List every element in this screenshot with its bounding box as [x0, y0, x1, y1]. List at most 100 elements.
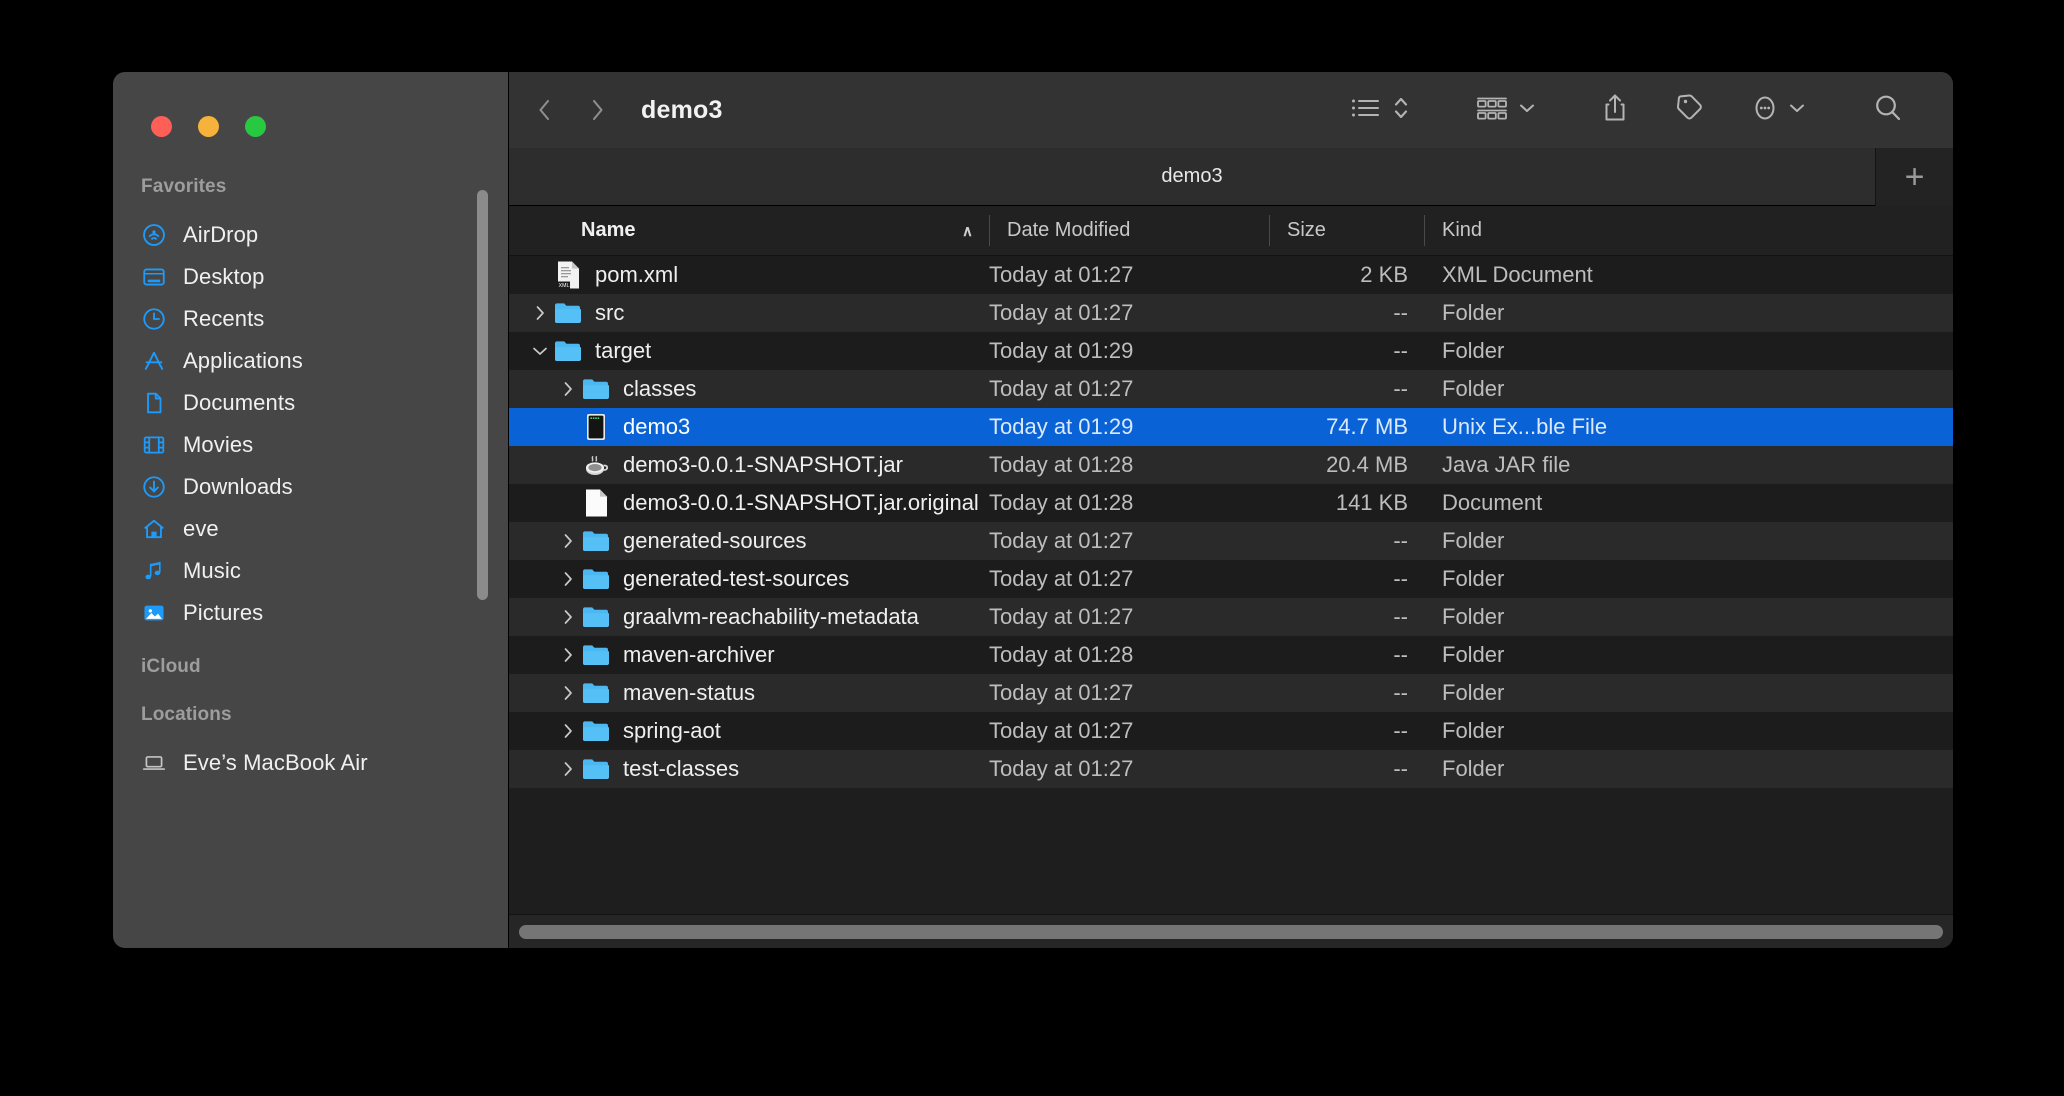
- folder-icon: [553, 336, 583, 366]
- cell-date-modified: Today at 01:27: [989, 756, 1134, 781]
- sidebar-item-desktop[interactable]: Desktop: [113, 256, 508, 298]
- table-row[interactable]: classes Today at 01:27 -- Folder: [509, 370, 1953, 408]
- cell-date-modified: Today at 01:27: [989, 566, 1134, 591]
- column-header-date-label: Date Modified: [1007, 219, 1131, 241]
- column-header-size[interactable]: Size: [1269, 206, 1424, 255]
- cell-size: --: [1393, 376, 1408, 401]
- chevron-down-icon: [1517, 101, 1537, 120]
- table-row[interactable]: generated-test-sources Today at 01:27 -- Fo…: [509, 560, 1953, 598]
- cell-kind: Folder: [1442, 680, 1505, 705]
- new-tab-button[interactable]: +: [1875, 148, 1953, 206]
- sidebar-group-icloud-title: iCloud: [141, 656, 201, 677]
- cell-size: --: [1393, 756, 1408, 781]
- more-actions-button[interactable]: [1737, 85, 1821, 135]
- file-name: demo3-0.0.1-SNAPSHOT.jar: [623, 452, 903, 477]
- column-header-name-label: Name: [581, 219, 636, 241]
- cell-size: --: [1393, 680, 1408, 705]
- sidebar-item-documents[interactable]: Documents: [113, 382, 508, 424]
- close-button[interactable]: [151, 116, 172, 137]
- table-row[interactable]: demo3 Today at 01:29 74.7 MB Unix Ex...ble …: [509, 408, 1953, 446]
- cell-date-modified: Today at 01:27: [989, 718, 1134, 743]
- table-row[interactable]: src Today at 01:27 -- Folder: [509, 294, 1953, 332]
- chevron-right-icon[interactable]: [555, 379, 581, 399]
- chevron-right-icon[interactable]: [555, 645, 581, 665]
- table-row[interactable]: generated-sources Today at 01:27 -- Folder: [509, 522, 1953, 560]
- search-button[interactable]: [1857, 85, 1919, 135]
- chevron-right-icon[interactable]: [555, 607, 581, 627]
- cell-size: --: [1393, 642, 1408, 667]
- sidebar-item-airdrop[interactable]: AirDrop: [113, 214, 508, 256]
- chevron-right-icon[interactable]: [555, 531, 581, 551]
- cell-name: demo3: [509, 412, 989, 442]
- cell-date-modified: Today at 01:27: [989, 376, 1134, 401]
- cell-kind: Java JAR file: [1442, 452, 1571, 477]
- table-row[interactable]: demo3-0.0.1-SNAPSHOT.jar Today at 01:28 20…: [509, 446, 1953, 484]
- column-header-name[interactable]: Name ∧: [509, 206, 989, 255]
- tab-demo3[interactable]: demo3: [509, 148, 1875, 205]
- cell-date-modified: Today at 01:28: [989, 490, 1134, 515]
- sidebar-item-label: eve: [183, 516, 219, 541]
- sidebar-item-pictures[interactable]: Pictures: [113, 592, 508, 634]
- table-row[interactable]: target Today at 01:29 -- Folder: [509, 332, 1953, 370]
- chevron-right-icon[interactable]: [555, 683, 581, 703]
- folder-icon: [553, 298, 583, 328]
- maximize-button[interactable]: [245, 116, 266, 137]
- column-header-date-modified[interactable]: Date Modified: [989, 206, 1269, 255]
- file-list[interactable]: XML pom.xml Today at 01:27 2 KB XML Document…: [509, 256, 1953, 914]
- share-button[interactable]: [1587, 85, 1643, 135]
- sidebar-item-label: Recents: [183, 306, 265, 331]
- folder-icon: [581, 754, 611, 784]
- sort-ascending-icon: ∧: [962, 222, 973, 240]
- sidebar-item-eves-macbook-air[interactable]: Eve’s MacBook Air: [113, 742, 508, 784]
- back-button[interactable]: [531, 95, 557, 125]
- column-header-kind[interactable]: Kind: [1424, 206, 1953, 255]
- tag-button[interactable]: [1661, 85, 1719, 135]
- column-header-row: Name ∧ Date Modified Size Kind: [509, 206, 1953, 256]
- sidebar-item-movies[interactable]: Movies: [113, 424, 508, 466]
- window-controls: [151, 116, 266, 137]
- file-name: maven-status: [623, 680, 756, 705]
- cell-name: test-classes: [509, 754, 989, 784]
- cell-kind: Folder: [1442, 376, 1505, 401]
- cell-date-modified: Today at 01:29: [989, 414, 1134, 439]
- sidebar-item-downloads[interactable]: Downloads: [113, 466, 508, 508]
- table-row[interactable]: maven-status Today at 01:27 -- Folder: [509, 674, 1953, 712]
- table-row[interactable]: graalvm-reachability-metadata Today at 01…: [509, 598, 1953, 636]
- cell-size: --: [1393, 528, 1408, 553]
- group-by-button[interactable]: [1461, 85, 1551, 135]
- sidebar-item-label: Pictures: [183, 600, 264, 625]
- minimize-button[interactable]: [198, 116, 219, 137]
- window-title: demo3: [641, 95, 723, 124]
- chevron-right-icon[interactable]: [555, 759, 581, 779]
- sidebar-item-recents[interactable]: Recents: [113, 298, 508, 340]
- chevron-right-icon[interactable]: [527, 303, 553, 323]
- toolbar: demo3: [509, 72, 1953, 148]
- sidebar-item-applications[interactable]: Applications: [113, 340, 508, 382]
- sort-updown-icon: [1391, 92, 1411, 129]
- xml-file-icon: XML: [553, 260, 583, 290]
- sidebar-scrollbar[interactable]: [477, 190, 488, 600]
- cell-name: target: [509, 336, 989, 366]
- table-row[interactable]: spring-aot Today at 01:27 -- Folder: [509, 712, 1953, 750]
- file-name: spring-aot: [623, 718, 721, 743]
- chevron-right-icon[interactable]: [555, 569, 581, 589]
- forward-button[interactable]: [585, 95, 611, 125]
- table-row[interactable]: XML pom.xml Today at 01:27 2 KB XML Document: [509, 256, 1953, 294]
- file-name: demo3: [623, 414, 691, 439]
- sidebar-item-label: Applications: [183, 348, 303, 373]
- cell-name: demo3-0.0.1-SNAPSHOT.jar: [509, 450, 989, 480]
- cell-size: --: [1393, 300, 1408, 325]
- table-row[interactable]: demo3-0.0.1-SNAPSHOT.jar.original Today a…: [509, 484, 1953, 522]
- pictures-icon: [141, 600, 167, 626]
- file-name: classes: [623, 376, 697, 401]
- table-row[interactable]: maven-archiver Today at 01:28 -- Folder: [509, 636, 1953, 674]
- folder-icon: [581, 526, 611, 556]
- table-row[interactable]: test-classes Today at 01:27 -- Folder: [509, 750, 1953, 788]
- sidebar-item-music[interactable]: Music: [113, 550, 508, 592]
- view-options-button[interactable]: [1335, 85, 1425, 135]
- horizontal-scrollbar[interactable]: [519, 924, 1943, 939]
- chevron-right-icon[interactable]: [555, 721, 581, 741]
- chevron-down-icon[interactable]: [527, 343, 553, 359]
- folder-icon: [581, 564, 611, 594]
- sidebar-item-eve[interactable]: eve: [113, 508, 508, 550]
